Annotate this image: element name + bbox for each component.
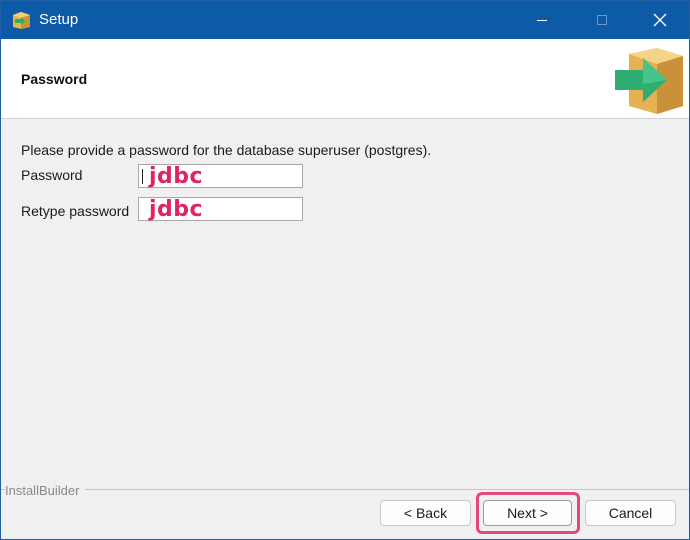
minimize-button[interactable] [519, 1, 565, 39]
retype-password-field[interactable]: jdbc [138, 197, 303, 222]
brand-label: InstallBuilder [5, 483, 86, 498]
setup-window: Setup Password Please provide a password… [0, 0, 690, 540]
installer-box-icon [13, 12, 30, 29]
next-button[interactable]: Next > [483, 500, 572, 526]
page-header: Password [1, 39, 689, 119]
password-field[interactable]: jdbc [138, 164, 303, 189]
window-title: Setup [39, 11, 79, 28]
maximize-button[interactable] [579, 1, 625, 39]
cancel-button[interactable]: Cancel [585, 500, 676, 526]
installer-arrow-box-icon [615, 48, 683, 114]
password-description: Please provide a password for the databa… [21, 142, 432, 158]
password-label: Password [21, 167, 83, 183]
close-icon [653, 13, 667, 27]
footer-divider [1, 489, 689, 490]
close-button[interactable] [637, 1, 683, 39]
password-annotation: jdbc [149, 164, 204, 189]
maximize-icon [597, 15, 607, 25]
retype-password-label: Retype password [21, 203, 130, 219]
retype-password-annotation: jdbc [149, 197, 204, 222]
minimize-icon [537, 20, 547, 21]
back-button[interactable]: < Back [380, 500, 471, 526]
page-title: Password [21, 71, 88, 87]
title-bar[interactable]: Setup [1, 1, 689, 39]
text-caret [142, 169, 143, 184]
content-area: Please provide a password for the databa… [1, 120, 689, 485]
